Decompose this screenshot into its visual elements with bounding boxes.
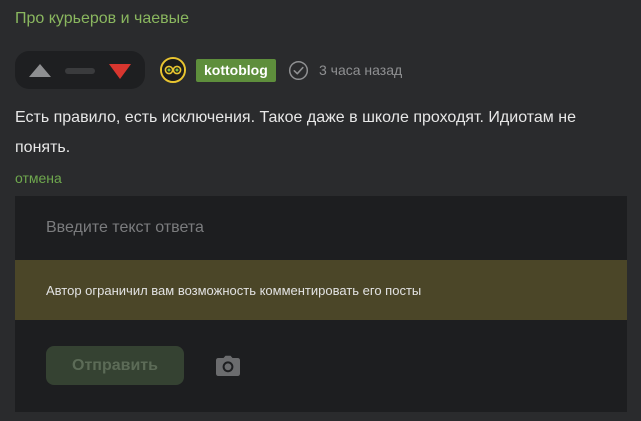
restriction-notice-banner: Автор ограничил вам возможность комменти… xyxy=(15,260,627,320)
reply-form: Автор ограничил вам возможность комменти… xyxy=(15,196,627,412)
submit-reply-button[interactable]: Отправить xyxy=(46,346,184,385)
avatar-icon[interactable] xyxy=(160,57,186,83)
cancel-reply-link[interactable]: отмена xyxy=(15,170,62,186)
vote-control xyxy=(15,51,145,89)
comment-body: Есть правило, есть исключения. Такое даж… xyxy=(15,109,576,156)
camera-icon[interactable] xyxy=(215,355,241,377)
upvote-icon[interactable] xyxy=(29,64,51,77)
post-title-link[interactable]: Про курьеров и чаевые xyxy=(15,10,189,28)
comment-page: Про курьеров и чаевые kottoblog 3 часа н… xyxy=(0,0,641,421)
restriction-notice-text: Автор ограничил вам возможность комменти… xyxy=(46,283,422,298)
author-username[interactable]: kottoblog xyxy=(196,59,276,82)
vote-rating-bar xyxy=(65,68,95,74)
downvote-icon[interactable] xyxy=(109,64,131,79)
comment-timestamp: 3 часа назад xyxy=(319,62,403,78)
check-circle-icon xyxy=(288,60,309,81)
reply-text-input[interactable] xyxy=(15,196,627,260)
